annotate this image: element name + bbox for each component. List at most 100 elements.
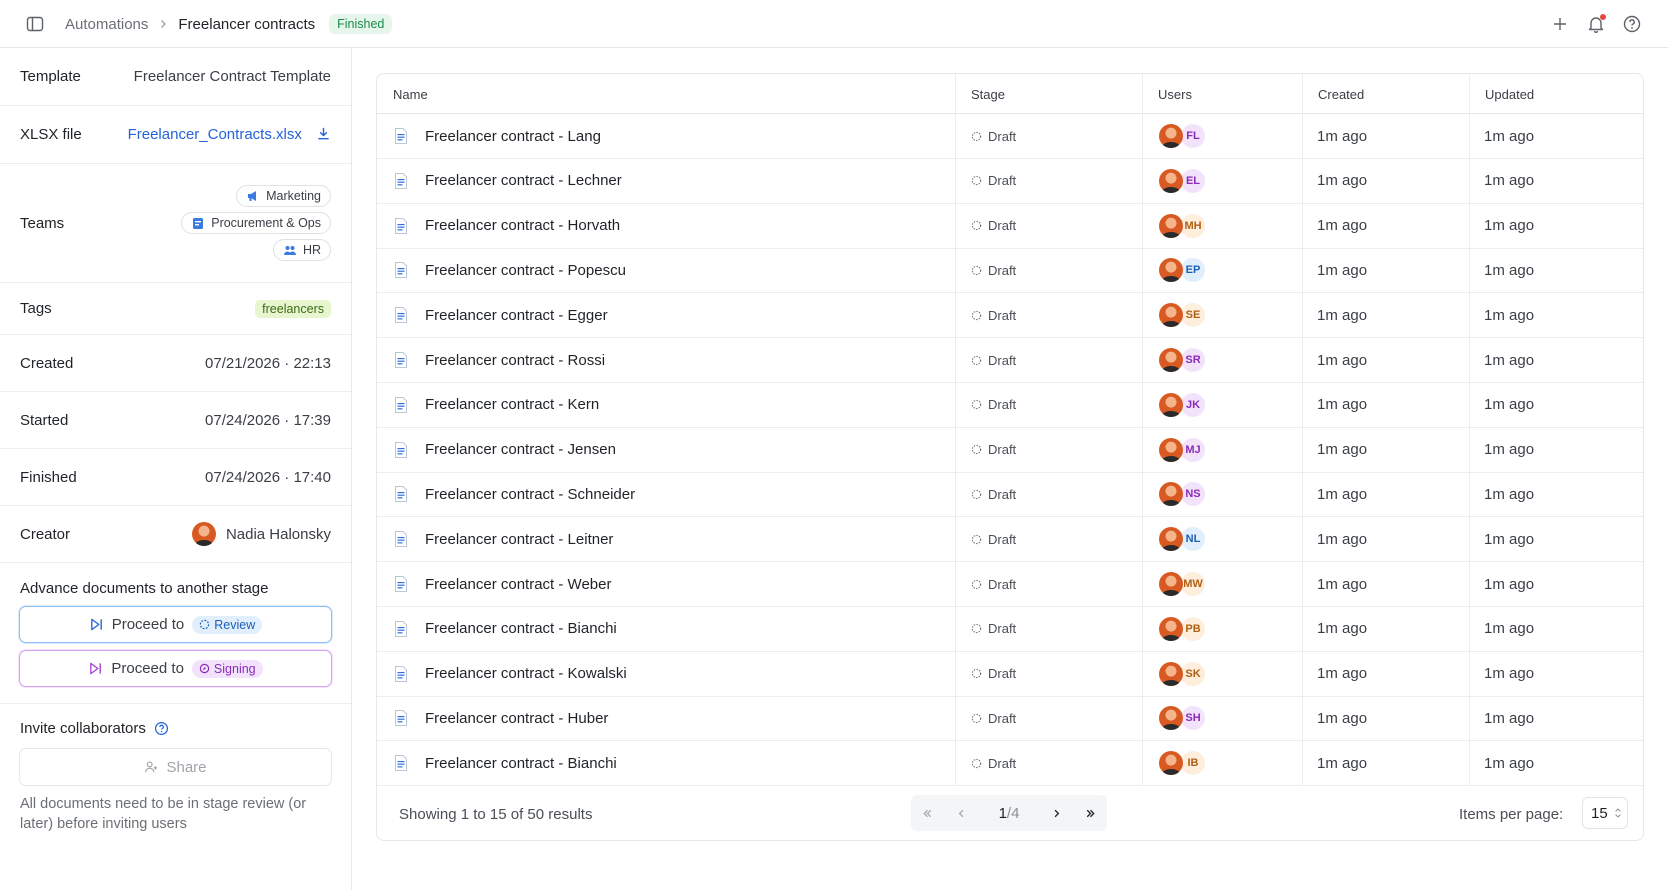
loader-icon (971, 624, 982, 634)
table-row[interactable]: Freelancer contract - Popescu Draft EP 1m a… (377, 248, 1643, 294)
stage-label: Draft (988, 666, 1017, 682)
document-name[interactable]: Freelancer contract - Bianchi (425, 755, 617, 772)
table-row[interactable]: Freelancer contract - Egger Draft SE 1m ago… (377, 293, 1643, 339)
started-row: Started 07/24/2026 · 17:39 (0, 392, 351, 449)
avatar (1159, 168, 1183, 193)
proceed-label: Proceed to (111, 616, 185, 633)
users-cell: NS (1159, 472, 1207, 516)
table-row[interactable]: Freelancer contract - Schneider Draft NS 1m… (377, 472, 1643, 518)
items-per-page-select[interactable]: 15 (1582, 797, 1628, 829)
document-name[interactable]: Freelancer contract - Rossi (425, 352, 605, 369)
avatar (1159, 437, 1183, 462)
updated-cell: 1m ago (1484, 709, 1535, 727)
table-row[interactable]: Freelancer contract - Huber Draft SH 1m ago… (377, 696, 1643, 742)
team-chip-label: HR (302, 243, 321, 257)
help-circle-icon[interactable] (154, 721, 169, 736)
document-name[interactable]: Freelancer contract - Weber (425, 576, 611, 593)
table-row[interactable]: Freelancer contract - Jensen Draft MJ 1m ag… (377, 428, 1643, 473)
user-initials-avatar: NL (1179, 525, 1207, 554)
document-name[interactable]: Freelancer contract - Huber (425, 710, 608, 727)
column-header-name[interactable]: Name (377, 74, 428, 114)
tag-chip-freelancers[interactable]: freelancers (255, 299, 331, 318)
column-header-created[interactable]: Created (1302, 74, 1364, 114)
table-row[interactable]: Freelancer contract - Rossi Draft SR 1m ago… (377, 338, 1643, 383)
updated-cell: 1m ago (1484, 217, 1535, 235)
team-chip-hr[interactable]: HR (272, 239, 331, 261)
stage-label: Draft (988, 442, 1017, 458)
teams-list: Marketing Procurement & Ops HR (181, 185, 331, 261)
download-icon[interactable] (316, 126, 331, 141)
xlsx-row: XLSX file Freelancer_Contracts.xlsx (0, 106, 351, 164)
document-icon (395, 352, 407, 368)
document-name[interactable]: Freelancer contract - Jensen (425, 441, 616, 458)
table-row[interactable]: Freelancer contract - Weber Draft MW 1m ago… (377, 562, 1643, 607)
stage-label: Draft (988, 397, 1017, 413)
column-header-stage[interactable]: Stage (955, 74, 1005, 114)
share-button[interactable]: Share (19, 748, 332, 786)
updated-cell: 1m ago (1484, 665, 1535, 683)
user-initials-avatar: MW (1179, 570, 1207, 598)
table-row[interactable]: Freelancer contract - Lang Draft FL 1m ago 1… (377, 114, 1643, 159)
name-cell: Freelancer contract - Leitner (393, 517, 613, 561)
started-label: Started (20, 411, 69, 429)
table-row[interactable]: Freelancer contract - Leitner Draft NL 1m a… (377, 517, 1643, 563)
table-row[interactable]: Freelancer contract - Bianchi Draft PB 1m a… (377, 607, 1643, 652)
document-name[interactable]: Freelancer contract - Lechner (425, 172, 622, 189)
people-icon (283, 246, 296, 255)
chevron-right-icon (158, 19, 168, 29)
stage-cell: Draft (971, 562, 1016, 606)
next-page-icon[interactable] (1040, 795, 1074, 831)
updated-cell: 1m ago (1484, 172, 1535, 190)
document-name[interactable]: Freelancer contract - Horvath (425, 217, 620, 234)
breadcrumb-automations-link[interactable]: Automations (65, 16, 148, 33)
created-cell: 1m ago (1317, 575, 1368, 593)
tags-row: Tags freelancers (0, 283, 351, 335)
sidebar-toggle-icon[interactable] (26, 15, 44, 33)
document-name[interactable]: Freelancer contract - Egger (425, 307, 608, 324)
document-name[interactable]: Freelancer contract - Kern (425, 396, 599, 413)
updated-cell: 1m ago (1484, 575, 1535, 593)
avatar (1159, 258, 1183, 283)
document-name[interactable]: Freelancer contract - Bianchi (425, 620, 617, 637)
results-summary: Showing 1 to 15 of 50 results (399, 805, 593, 823)
table-row[interactable]: Freelancer contract - Bianchi Draft IB 1m a… (377, 741, 1643, 787)
last-page-icon[interactable] (1073, 795, 1107, 831)
document-name[interactable]: Freelancer contract - Leitner (425, 531, 613, 548)
column-header-users[interactable]: Users (1142, 74, 1192, 114)
table-row[interactable]: Freelancer contract - Horvath Draft MH 1m a… (377, 204, 1643, 249)
table-row[interactable]: Freelancer contract - Lechner Draft EL 1m a… (377, 159, 1643, 204)
plus-icon[interactable] (1550, 14, 1570, 34)
document-name[interactable]: Freelancer contract - Kowalski (425, 665, 627, 682)
created-cell: 1m ago (1317, 172, 1368, 190)
column-header-updated[interactable]: Updated (1469, 74, 1534, 114)
xlsx-file-link[interactable]: Freelancer_Contracts.xlsx (128, 126, 302, 143)
help-circle-icon[interactable] (1622, 14, 1642, 34)
template-link[interactable]: Freelancer Contract Template (134, 68, 331, 85)
users-cell: MH (1159, 204, 1207, 248)
first-page-icon[interactable] (911, 795, 945, 831)
items-per-page-value: 15 (1591, 804, 1608, 822)
document-name[interactable]: Freelancer contract - Popescu (425, 262, 626, 279)
signing-stage-label: Signing (213, 661, 256, 676)
table-row[interactable]: Freelancer contract - Kern Draft JK 1m ago 1… (377, 383, 1643, 428)
users-cell: SH (1159, 696, 1207, 740)
previous-page-icon[interactable] (945, 795, 979, 831)
avatar (191, 522, 216, 546)
proceed-label: Proceed to (111, 660, 184, 677)
team-chip-marketing[interactable]: Marketing (236, 185, 331, 207)
document-name[interactable]: Freelancer contract - Lang (425, 128, 601, 145)
document-icon (395, 441, 407, 458)
xlsx-label: XLSX file (20, 126, 82, 143)
table-row[interactable]: Freelancer contract - Kowalski Draft SK 1m … (377, 652, 1643, 697)
proceed-to-review-button[interactable]: Proceed to Review (19, 606, 332, 643)
user-initials-avatar: SE (1179, 301, 1207, 330)
document-name[interactable]: Freelancer contract - Schneider (425, 486, 635, 503)
team-chip-procurement[interactable]: Procurement & Ops (181, 212, 331, 234)
signing-stage-pill: Signing (191, 659, 263, 678)
loader-icon (971, 713, 982, 724)
document-icon (395, 576, 407, 592)
proceed-to-signing-button[interactable]: Proceed to Signing (19, 650, 332, 687)
updated-cell: 1m ago (1484, 441, 1535, 459)
updated-cell: 1m ago (1484, 530, 1535, 548)
bell-icon[interactable] (1586, 14, 1606, 34)
